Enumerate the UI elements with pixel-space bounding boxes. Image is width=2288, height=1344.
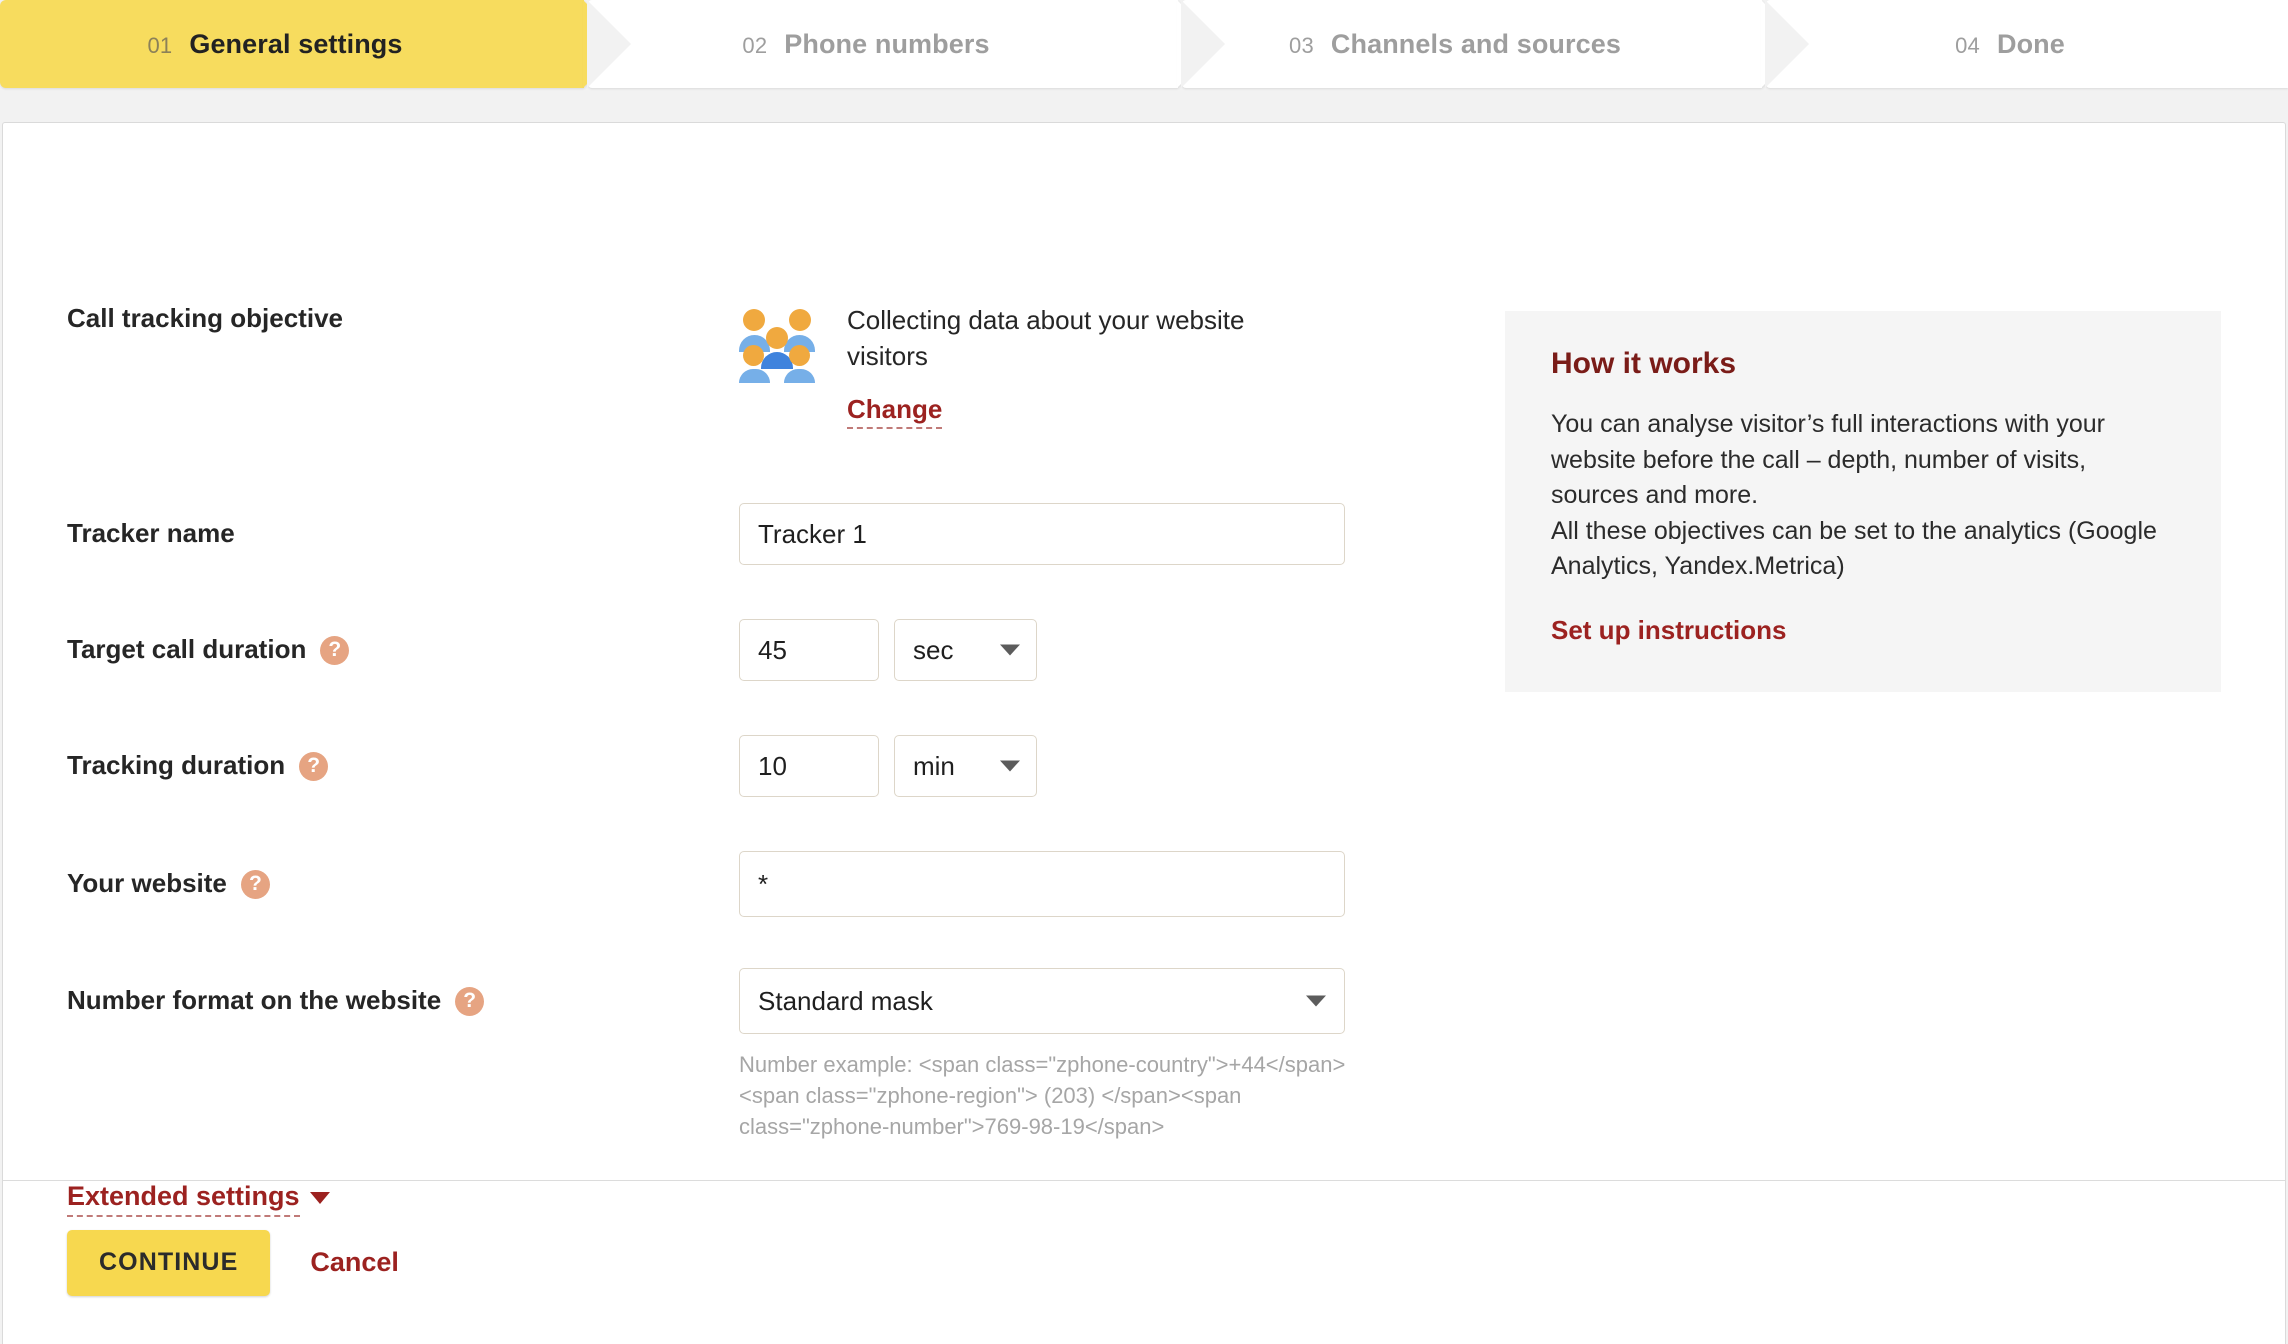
your-website-input[interactable] [739, 851, 1345, 917]
tab-number: 02 [742, 32, 768, 58]
field-label: Tracking duration ? [67, 735, 739, 797]
target-call-duration-unit-select[interactable]: sec [894, 619, 1037, 681]
help-icon[interactable]: ? [240, 869, 270, 899]
tab-label: Phone numbers [784, 28, 990, 59]
objective-value: Collecting data about your website visit… [847, 305, 1245, 371]
change-objective-link[interactable]: Change [847, 394, 943, 429]
tab-phone-numbers[interactable]: 02 Phone numbers [587, 0, 1178, 88]
field-tracker-name: Tracker name [67, 503, 1345, 565]
help-icon[interactable]: ? [455, 986, 485, 1016]
tab-done[interactable]: 04 Done [1765, 0, 2288, 88]
tab-number: 01 [147, 32, 173, 58]
field-your-website: Your website ? [67, 851, 1345, 917]
tab-notch [1765, 0, 1809, 88]
tracker-name-input[interactable] [739, 503, 1345, 565]
number-format-select[interactable]: Standard mask [739, 968, 1345, 1034]
cancel-button[interactable]: Cancel [310, 1247, 399, 1278]
number-example-hint: Number example: <span class="zphone-coun… [739, 1052, 1346, 1140]
tab-label: General settings [189, 28, 403, 59]
objective-value-group: Collecting data about your website visit… [739, 303, 1287, 429]
chevron-down-icon [1306, 995, 1326, 1007]
tab-channels-and-sources[interactable]: 03 Channels and sources [1181, 0, 1762, 88]
field-label: Number format on the website ? [67, 968, 739, 1034]
settings-form: Call tracking objective Collecting data … [3, 123, 2285, 1217]
tab-label: Channels and sources [1330, 28, 1621, 59]
help-icon[interactable]: ? [320, 635, 350, 665]
people-group-icon [739, 307, 819, 383]
field-label: Call tracking objective [67, 303, 343, 333]
tab-notch [587, 0, 631, 88]
tab-general-settings[interactable]: 01 General settings [0, 0, 584, 88]
form-footer: CONTINUE Cancel [3, 1180, 2285, 1344]
page-root: 01 General settings 02 Phone numbers 03 … [0, 0, 2288, 1344]
field-call-tracking-objective: Call tracking objective Collecting data … [67, 303, 1287, 429]
tab-number: 03 [1289, 32, 1314, 58]
tracking-duration-input[interactable] [739, 735, 879, 797]
target-call-duration-input[interactable] [739, 619, 879, 681]
field-target-call-duration: Target call duration ? sec [67, 619, 1037, 681]
select-value: Standard mask [758, 985, 933, 1016]
chevron-down-icon [1000, 760, 1020, 772]
settings-card: Call tracking objective Collecting data … [2, 122, 2286, 1344]
help-icon[interactable]: ? [299, 751, 329, 781]
tracking-duration-unit-select[interactable]: min [894, 735, 1037, 797]
select-value: min [913, 750, 955, 781]
field-label: Your website ? [67, 851, 739, 917]
continue-button[interactable]: CONTINUE [67, 1229, 271, 1296]
panel-title: How it works [1551, 347, 1737, 380]
field-tracking-duration: Tracking duration ? min [67, 735, 1037, 797]
field-number-format: Number format on the website ? Standard … [67, 968, 1359, 1143]
tab-notch [1181, 0, 1225, 88]
select-value: sec [913, 634, 954, 665]
tab-label: Done [1996, 28, 2065, 59]
chevron-down-icon [1000, 644, 1020, 656]
tab-number: 04 [1955, 32, 1980, 58]
step-wizard-tabs: 01 General settings 02 Phone numbers 03 … [0, 0, 2288, 95]
field-label: Tracker name [67, 518, 235, 549]
panel-body: You can analyse visitor’s full interacti… [1551, 410, 2157, 580]
set-up-instructions-link[interactable]: Set up instructions [1551, 615, 1786, 646]
field-label: Target call duration ? [67, 619, 739, 681]
how-it-works-panel: How it works You can analyse visitor’s f… [1505, 311, 2221, 692]
